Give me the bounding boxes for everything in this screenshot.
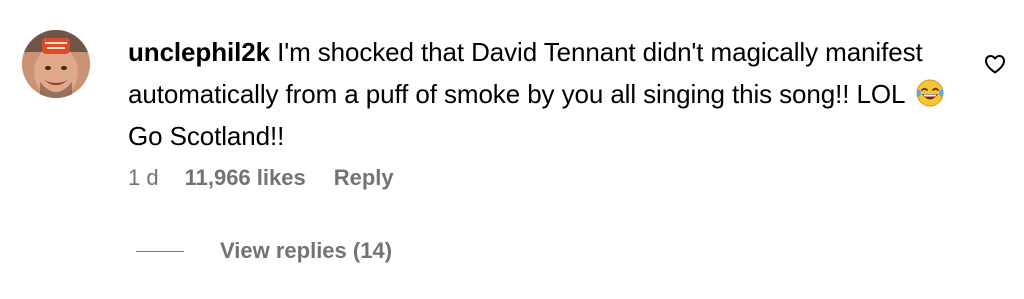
heart-outline-icon[interactable] [983, 52, 1007, 76]
reply-button[interactable]: Reply [334, 163, 394, 193]
username[interactable]: unclephil2k [128, 37, 270, 67]
view-replies-label: View replies (14) [220, 238, 393, 263]
comment-text: unclephil2k I'm shocked that David Tenna… [128, 31, 958, 157]
view-replies-button[interactable]: View replies (14) [136, 236, 392, 266]
user-avatar-photo [22, 30, 90, 98]
divider-line [136, 250, 184, 252]
comment-meta: 1 d 11,966 likes Reply [128, 163, 394, 193]
timestamp: 1 d [128, 165, 159, 190]
avatar[interactable] [22, 30, 90, 98]
likes-count[interactable]: 11,966 likes [185, 163, 306, 193]
face-with-tears-of-joy-emoji [915, 78, 945, 108]
comment-text-part-2: Go Scotland!! [128, 121, 285, 151]
